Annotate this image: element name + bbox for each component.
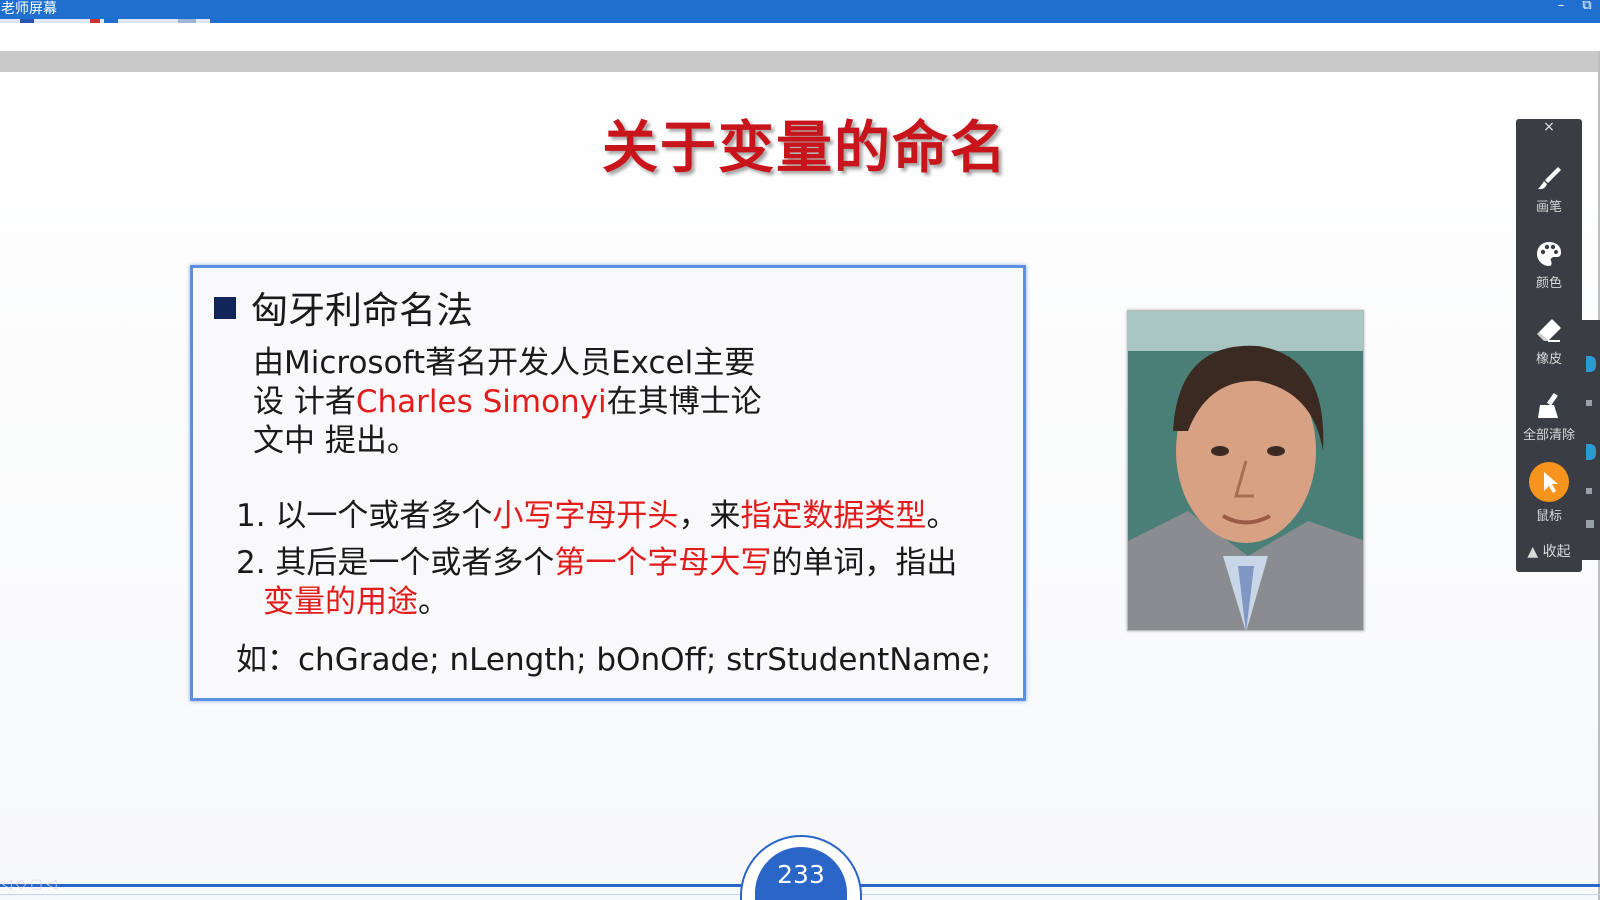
toolbar-collapse-button[interactable]: ▲ 收起 (1516, 539, 1582, 565)
brush-icon (1538, 167, 1561, 190)
tool-color[interactable]: 颜色 (1516, 233, 1582, 299)
window-title: 老师屏幕 (1, 1, 57, 17)
page-number: 233 (755, 847, 847, 900)
rule-1: 1. 以一个或者多个小写字母开头，来指定数据类型。 (236, 490, 957, 535)
section-heading: 匈牙利命名法 (251, 289, 473, 332)
window-titlebar: 老师屏幕 – ⧉ (0, 0, 1600, 23)
intro-line-1: 由Microsoft著名开发人员Excel主要 (253, 345, 756, 381)
rule-2-mid: 的单词，指出 (771, 545, 958, 581)
intro-line-3: 文中 提出。 (253, 423, 418, 459)
intro-paragraph: 由Microsoft著名开发人员Excel主要 设 计者Charles Simo… (253, 344, 762, 461)
slide-canvas: 关于变量的命名 匈牙利命名法 由Microsoft著名开发人员Excel主要 设… (0, 23, 1600, 900)
toolbar-close-button[interactable]: × (1516, 119, 1582, 135)
bullet-square-icon (214, 297, 236, 319)
rule-1-pre: 1. 以一个或者多个 (236, 498, 493, 534)
eraser-icon (1537, 319, 1561, 342)
side-panel-stub (1582, 320, 1600, 560)
content-box: 匈牙利命名法 由Microsoft著名开发人员Excel主要 设 计者Charl… (190, 265, 1026, 701)
intro-line-2-pre: 设 计者 (253, 384, 356, 420)
rule-1-post: 。 (926, 498, 958, 534)
rule-2-continuation: 变量的用途。 (236, 583, 957, 622)
rule-2: 2. 其后是一个或者多个第一个字母大写的单词，指出 变量的用途。 (236, 544, 957, 622)
tool-brush-label: 画笔 (1535, 200, 1562, 215)
slide-title: 关于变量的命名 (602, 116, 1008, 181)
slide-top-band (0, 51, 1600, 72)
portrait-illustration (1128, 311, 1363, 630)
inventor-name: Charles Simonyi (355, 384, 607, 420)
tool-clear-all-label: 全部清除 (1522, 428, 1575, 443)
tool-clear-all[interactable]: 全部清除 (1516, 385, 1582, 451)
watermark-icons: ◁ ◇ ▢ ◁ (2, 877, 57, 892)
tool-eraser[interactable]: 橡皮 (1516, 309, 1582, 375)
tool-brush[interactable]: 画笔 (1516, 157, 1582, 223)
tool-mouse-label: 鼠标 (1535, 509, 1562, 524)
rule-1-mid: ，来 (678, 498, 741, 534)
palette-icon (1537, 242, 1561, 266)
rule-1-highlight-1: 小写字母开头 (492, 498, 679, 534)
intro-line-2: 设 计者Charles Simonyi在其博士论 (253, 383, 762, 422)
intro-line-2-post: 在其博士论 (606, 384, 762, 420)
page-badge: 233 (740, 835, 862, 900)
rule-2-pre: 2. 其后是一个或者多个 (236, 545, 555, 581)
rule-2-post: 。 (418, 584, 449, 620)
tool-mouse[interactable]: 鼠标 (1516, 459, 1582, 525)
minimize-button[interactable]: – (1552, 0, 1570, 18)
annotation-toolbar: × 画笔 颜色 橡皮 全部清除 鼠标 ▲ 收起 (1516, 119, 1582, 572)
mouse-pointer-icon (1529, 462, 1569, 502)
restore-button[interactable]: ⧉ (1578, 0, 1596, 18)
rule-1-highlight-2: 指定数据类型 (740, 498, 927, 534)
clear-all-icon (1538, 392, 1558, 418)
example-line: 如：chGrade; nLength; bOnOff; strStudentNa… (236, 642, 992, 678)
rule-2-highlight-2: 变量的用途 (263, 584, 418, 620)
tool-eraser-label: 橡皮 (1535, 352, 1562, 367)
rule-2-highlight-1: 第一个字母大写 (554, 545, 772, 581)
portrait-photo (1127, 310, 1364, 631)
tool-color-label: 颜色 (1535, 276, 1562, 291)
